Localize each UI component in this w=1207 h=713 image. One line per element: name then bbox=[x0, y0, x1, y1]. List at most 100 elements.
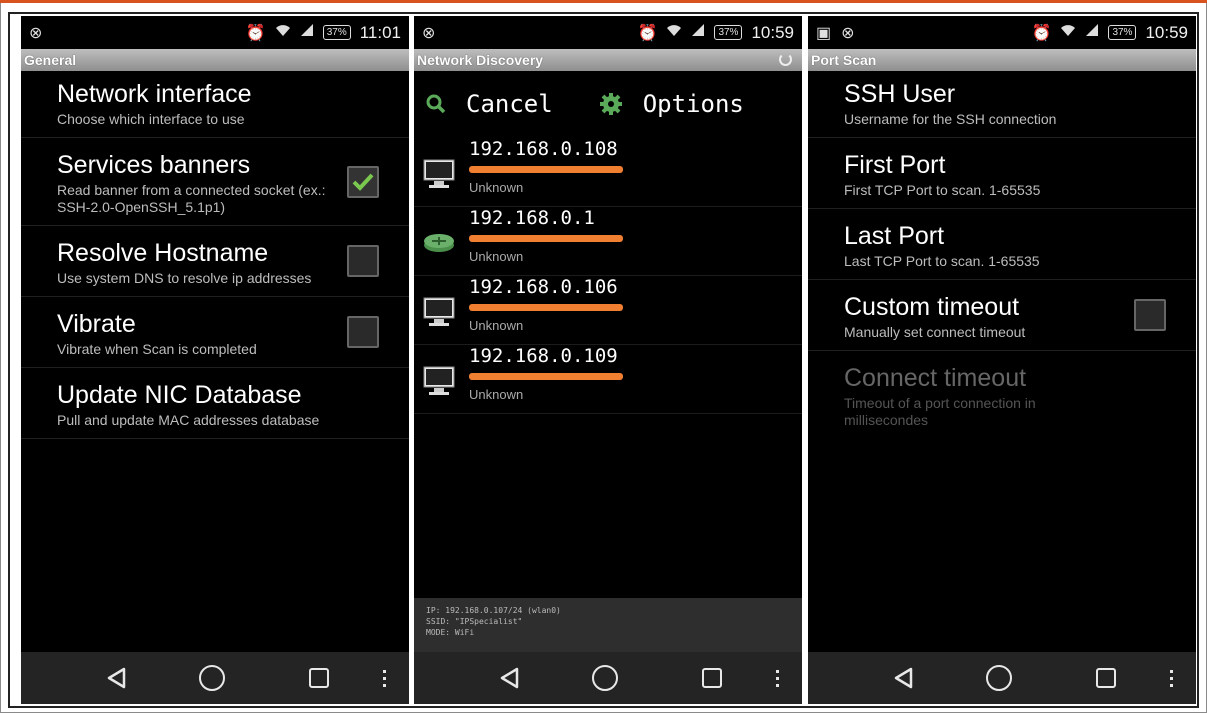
pref-update-nic-database[interactable]: Update NIC Database Pull and update MAC … bbox=[21, 368, 409, 439]
host-row[interactable]: 192.168.0.106 Unknown bbox=[414, 276, 802, 345]
battery-indicator: 37% bbox=[1108, 25, 1137, 40]
pref-connect-timeout: Connect timeout Timeout of a port connec… bbox=[808, 351, 1196, 438]
host-ip: 192.168.0.1 bbox=[469, 207, 595, 229]
clock: 10:59 bbox=[751, 22, 794, 42]
pref-custom-timeout[interactable]: Custom timeout Manually set connect time… bbox=[808, 280, 1196, 351]
signal-icon bbox=[1085, 23, 1099, 42]
host-mac-redaction bbox=[469, 235, 623, 242]
nav-bar bbox=[21, 652, 409, 704]
recent-apps-icon[interactable] bbox=[309, 668, 329, 688]
battery-indicator: 37% bbox=[322, 25, 351, 40]
pref-resolve-hostname[interactable]: Resolve Hostname Use system DNS to resol… bbox=[21, 226, 409, 297]
computer-icon bbox=[423, 297, 455, 326]
app-notification-icon: ⊗ bbox=[422, 24, 436, 42]
screen-title: General bbox=[21, 49, 409, 71]
pref-summary: Manually set connect timeout bbox=[844, 324, 1026, 340]
wifi-icon bbox=[1060, 23, 1076, 42]
screen-title-text: Network Discovery bbox=[417, 52, 544, 68]
cancel-button[interactable]: Cancel bbox=[426, 90, 553, 118]
pref-summary: First TCP Port to scan. 1-65535 bbox=[844, 182, 1041, 198]
overflow-menu-icon[interactable] bbox=[383, 670, 387, 688]
custom-timeout-checkbox[interactable] bbox=[1134, 299, 1166, 331]
pref-ssh-user[interactable]: SSH User Username for the SSH connection bbox=[808, 71, 1196, 138]
host-row[interactable]: 192.168.0.108 Unknown bbox=[414, 138, 802, 207]
overflow-menu-icon[interactable] bbox=[1170, 670, 1174, 688]
recent-apps-icon[interactable] bbox=[1096, 668, 1116, 688]
pref-first-port[interactable]: First Port First TCP Port to scan. 1-655… bbox=[808, 138, 1196, 209]
network-info-ip: IP: 192.168.0.107/24 (wlan0) bbox=[426, 606, 561, 615]
host-ip: 192.168.0.106 bbox=[469, 276, 618, 298]
pref-title: Resolve Hostname bbox=[57, 239, 269, 267]
resolve-hostname-checkbox[interactable] bbox=[347, 245, 379, 277]
pref-title: SSH User bbox=[844, 80, 956, 108]
checkmark-icon bbox=[352, 173, 374, 191]
discovery-action-bar: Cancel Options bbox=[414, 74, 802, 134]
pref-title: Custom timeout bbox=[844, 293, 1020, 321]
network-info-mode: MODE: WiFi bbox=[426, 628, 475, 637]
screen-title: Port Scan bbox=[808, 49, 1196, 71]
phone-screen-network-discovery: ⊗ ⏰ 37% 10:59 Network Discovery Cancel O… bbox=[414, 16, 802, 704]
signal-icon bbox=[300, 23, 314, 42]
pref-summary: Pull and update MAC addresses database bbox=[57, 412, 320, 428]
screen-title: Network Discovery bbox=[414, 49, 802, 71]
pref-services-banners[interactable]: Services banners Read banner from a conn… bbox=[21, 138, 409, 226]
progress-spinner-icon bbox=[779, 53, 792, 66]
app-notification-icon: ⊗ bbox=[29, 24, 43, 42]
wifi-icon bbox=[275, 23, 291, 42]
pref-vibrate[interactable]: Vibrate Vibrate when Scan is completed bbox=[21, 297, 409, 368]
router-icon bbox=[424, 234, 454, 252]
preferences-list: Network interface Choose which interface… bbox=[21, 71, 409, 439]
computer-icon bbox=[423, 366, 455, 395]
pref-summary: Last TCP Port to scan. 1-65535 bbox=[844, 253, 1040, 269]
status-bar: ⊗ ⏰ 37% 11:01 bbox=[21, 16, 409, 49]
overflow-menu-icon[interactable] bbox=[776, 670, 780, 688]
home-icon[interactable] bbox=[199, 665, 225, 691]
services-banners-checkbox[interactable] bbox=[347, 165, 379, 198]
pref-title: First Port bbox=[844, 151, 946, 179]
nav-bar bbox=[808, 652, 1196, 704]
host-mac-redaction bbox=[469, 166, 623, 173]
computer-icon bbox=[423, 159, 455, 188]
phone-screen-general: ⊗ ⏰ 37% 11:01 General Network interface … bbox=[21, 16, 409, 704]
status-bar: ⊗ ⏰ 37% 10:59 bbox=[414, 16, 802, 49]
pref-summary: Choose which interface to use bbox=[57, 111, 245, 127]
pref-summary: Read banner from a connected socket (ex.… bbox=[57, 182, 326, 215]
host-mac-redaction bbox=[469, 373, 623, 380]
figure-top-rule bbox=[0, 0, 1207, 3]
signal-icon bbox=[691, 23, 705, 42]
clock: 11:01 bbox=[359, 22, 401, 42]
back-icon[interactable] bbox=[498, 666, 522, 690]
options-button[interactable]: Options bbox=[599, 90, 744, 118]
preferences-list: SSH User Username for the SSH connection… bbox=[808, 71, 1196, 438]
recent-apps-icon[interactable] bbox=[702, 668, 722, 688]
alarm-icon: ⏰ bbox=[637, 24, 658, 42]
home-icon[interactable] bbox=[986, 665, 1012, 691]
pref-title: Last Port bbox=[844, 222, 945, 250]
pref-last-port[interactable]: Last Port Last TCP Port to scan. 1-65535 bbox=[808, 209, 1196, 280]
gear-icon bbox=[599, 93, 622, 115]
pref-title: Services banners bbox=[57, 151, 251, 179]
screenshot-notification-icon: ▣ bbox=[816, 24, 832, 42]
alarm-icon: ⏰ bbox=[1031, 24, 1052, 42]
back-icon[interactable] bbox=[105, 666, 129, 690]
clock: 10:59 bbox=[1145, 22, 1188, 42]
host-vendor: Unknown bbox=[469, 249, 524, 264]
host-vendor: Unknown bbox=[469, 318, 524, 333]
network-info-panel: IP: 192.168.0.107/24 (wlan0) SSID: "IPSp… bbox=[414, 598, 802, 652]
pref-summary: Use system DNS to resolve ip addresses bbox=[57, 270, 312, 286]
pref-title: Vibrate bbox=[57, 310, 136, 338]
wifi-icon bbox=[666, 23, 682, 42]
host-row[interactable]: 192.168.0.1 Unknown bbox=[414, 207, 802, 276]
host-mac-redaction bbox=[469, 304, 623, 311]
pref-network-interface[interactable]: Network interface Choose which interface… bbox=[21, 71, 409, 138]
back-icon[interactable] bbox=[892, 666, 916, 690]
pref-summary: Vibrate when Scan is completed bbox=[57, 341, 257, 357]
phone-screen-port-scan: ▣ ⊗ ⏰ 37% 10:59 Port Scan SSH User Usern… bbox=[808, 16, 1196, 704]
host-ip: 192.168.0.108 bbox=[469, 138, 618, 160]
vibrate-checkbox[interactable] bbox=[347, 316, 379, 348]
nav-bar bbox=[414, 652, 802, 704]
battery-indicator: 37% bbox=[714, 25, 743, 40]
host-row[interactable]: 192.168.0.109 Unknown bbox=[414, 345, 802, 414]
pref-title: Network interface bbox=[57, 80, 252, 108]
home-icon[interactable] bbox=[592, 665, 618, 691]
